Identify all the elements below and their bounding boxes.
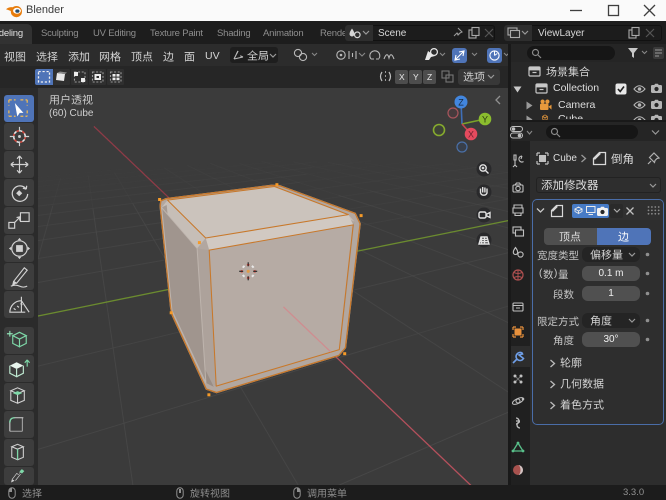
svg-text:X: X — [468, 130, 474, 140]
svg-text:Y: Y — [482, 115, 488, 125]
svg-text:Z: Z — [458, 98, 464, 108]
